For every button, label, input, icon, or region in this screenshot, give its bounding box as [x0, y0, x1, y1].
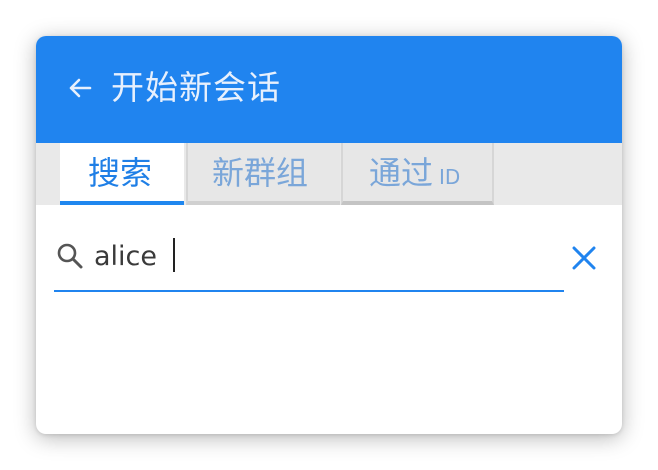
- arrow-left-icon: [69, 78, 92, 98]
- tab-search[interactable]: 搜索: [60, 143, 184, 205]
- search-results: [36, 294, 622, 434]
- text-caret: [173, 238, 175, 272]
- tab-by-id-text: 通过: [369, 154, 434, 192]
- close-icon: [572, 246, 596, 270]
- tab-by-id[interactable]: 通过 ID: [341, 143, 494, 205]
- tab-new-group[interactable]: 新群组: [186, 143, 340, 205]
- dialog-header: 开始新会话: [36, 36, 622, 143]
- new-conversation-dialog: 开始新会话 搜索 新群组 通过 ID: [36, 36, 622, 434]
- search-field: [54, 232, 564, 292]
- dialog-title: 开始新会话: [111, 68, 281, 107]
- tab-new-group-label: 新群组: [212, 154, 309, 192]
- search-icon: [57, 243, 83, 269]
- tab-search-label: 搜索: [88, 154, 153, 192]
- tab-bar: 搜索 新群组 通过 ID: [36, 143, 622, 205]
- back-button[interactable]: [64, 72, 96, 104]
- clear-search-button[interactable]: [570, 244, 598, 272]
- tab-by-id-label: 通过 ID: [369, 153, 460, 197]
- tab-by-id-suffix: ID: [439, 165, 461, 189]
- search-input[interactable]: [94, 236, 534, 276]
